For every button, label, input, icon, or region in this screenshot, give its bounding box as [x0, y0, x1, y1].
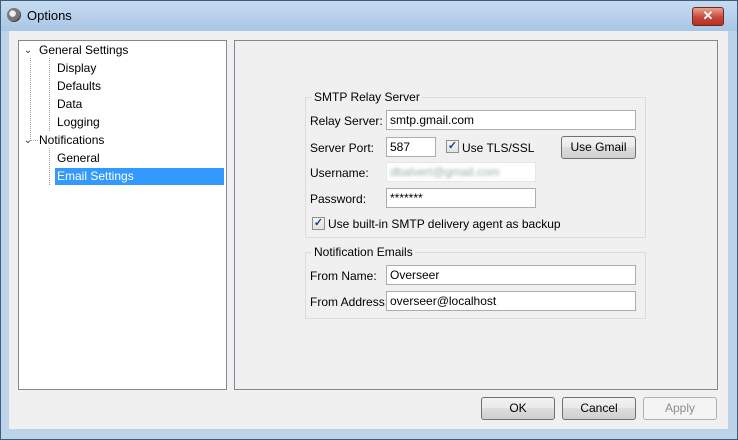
smtp-group-title: SMTP Relay Server — [312, 90, 422, 104]
username-label: Username: — [310, 166, 369, 180]
expand-chevron-icon[interactable]: ⌄ — [22, 132, 34, 149]
tree-item-email-settings[interactable]: Email Settings — [55, 168, 224, 185]
close-button[interactable]: ✕ — [692, 7, 724, 26]
options-window: Options ✕ ⌄ General Settings Display Def… — [0, 0, 738, 440]
server-port-input[interactable]: 587 — [386, 137, 436, 157]
dialog-body: ⌄ General Settings Display Defaults Data… — [9, 31, 728, 429]
use-tls-checkbox[interactable]: ✓ — [446, 140, 459, 153]
username-input[interactable]: dbalvert@gmail.com — [386, 162, 536, 182]
apply-button[interactable]: Apply — [643, 397, 717, 420]
notification-group-title: Notification Emails — [312, 245, 415, 259]
relay-server-label: Relay Server: — [310, 114, 383, 128]
tree-guide-line — [30, 58, 31, 141]
tree-guide-line — [49, 58, 50, 131]
backup-agent-checkbox[interactable]: ✓ — [312, 217, 325, 230]
tree-item-notifications[interactable]: Notifications — [39, 132, 104, 149]
tree-guide-line — [49, 148, 50, 185]
cancel-button[interactable]: Cancel — [562, 397, 636, 420]
expand-chevron-icon[interactable]: ⌄ — [22, 42, 34, 59]
ok-button[interactable]: OK — [481, 397, 555, 420]
tree-item-display[interactable]: Display — [57, 60, 96, 77]
tree-item-defaults[interactable]: Defaults — [57, 78, 101, 95]
password-input[interactable]: ******* — [386, 188, 536, 208]
from-name-label: From Name: — [310, 269, 377, 283]
tree-item-data[interactable]: Data — [57, 96, 82, 113]
settings-tree[interactable]: ⌄ General Settings Display Defaults Data… — [18, 40, 227, 390]
email-settings-panel: SMTP Relay Server Relay Server: smtp.gma… — [234, 40, 718, 390]
relay-server-input[interactable]: smtp.gmail.com — [386, 110, 636, 130]
from-address-input[interactable]: overseer@localhost — [386, 291, 636, 311]
from-address-label: From Address: — [310, 295, 389, 309]
tree-item-logging[interactable]: Logging — [57, 114, 100, 131]
password-label: Password: — [310, 192, 367, 206]
notification-emails-group: Notification Emails From Name: Overseer … — [305, 245, 646, 319]
smtp-relay-group: SMTP Relay Server Relay Server: smtp.gma… — [305, 90, 646, 238]
from-name-input[interactable]: Overseer — [386, 265, 636, 285]
tree-item-general[interactable]: General — [57, 150, 100, 167]
title-bar[interactable]: Options ✕ — [1, 1, 737, 31]
app-gear-icon — [7, 8, 21, 22]
use-gmail-button[interactable]: Use Gmail — [561, 136, 636, 159]
backup-agent-label[interactable]: Use built-in SMTP delivery agent as back… — [328, 217, 561, 231]
use-tls-label[interactable]: Use TLS/SSL — [462, 141, 534, 155]
username-value: dbalvert@gmail.com — [390, 165, 500, 179]
tree-item-general-settings[interactable]: General Settings — [39, 42, 128, 59]
server-port-label: Server Port: — [310, 141, 375, 155]
window-title: Options — [27, 8, 72, 23]
